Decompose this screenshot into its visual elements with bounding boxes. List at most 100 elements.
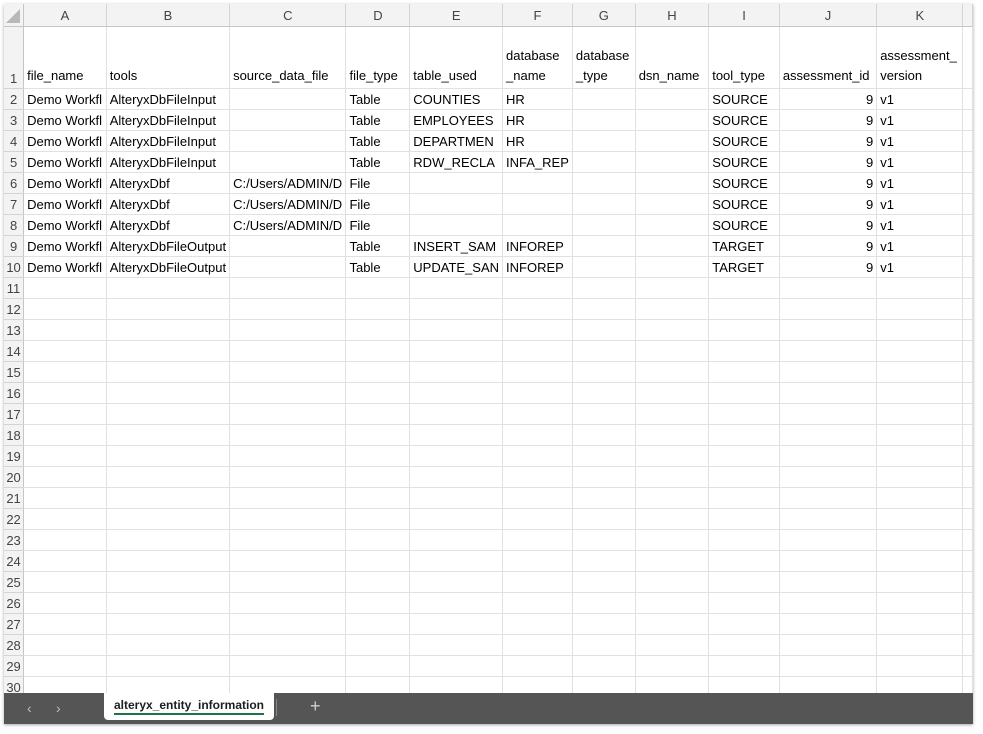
- cell[interactable]: [229, 529, 347, 551]
- cell[interactable]: [572, 361, 636, 383]
- cell[interactable]: v1: [876, 172, 964, 194]
- cell[interactable]: [502, 550, 573, 572]
- cell[interactable]: 9: [779, 109, 878, 131]
- cell[interactable]: [229, 88, 347, 110]
- cell[interactable]: [345, 361, 411, 383]
- cell[interactable]: File: [345, 172, 411, 194]
- cell[interactable]: [876, 613, 964, 635]
- cell[interactable]: [779, 550, 878, 572]
- cell[interactable]: Table: [345, 130, 411, 152]
- cell[interactable]: INFOREP: [502, 256, 573, 278]
- row-header[interactable]: 12: [4, 298, 25, 320]
- cell[interactable]: [779, 403, 878, 425]
- cell[interactable]: [635, 508, 710, 530]
- cell[interactable]: [876, 361, 964, 383]
- cell[interactable]: 9: [779, 151, 878, 173]
- cell[interactable]: 9: [779, 235, 878, 257]
- cell[interactable]: AlteryxDbFileOutput: [106, 235, 231, 257]
- cell[interactable]: [635, 424, 710, 446]
- cell[interactable]: [345, 466, 411, 488]
- cell[interactable]: [962, 655, 973, 677]
- cell[interactable]: [962, 277, 973, 299]
- row-header[interactable]: 20: [4, 466, 25, 488]
- cell[interactable]: [635, 550, 710, 572]
- cell[interactable]: [106, 571, 231, 593]
- cell[interactable]: [779, 361, 878, 383]
- cell[interactable]: [409, 550, 504, 572]
- cell[interactable]: [345, 634, 411, 656]
- cell[interactable]: [635, 655, 710, 677]
- cell[interactable]: [962, 634, 973, 656]
- row-header[interactable]: 28: [4, 634, 25, 656]
- cell[interactable]: SOURCE: [708, 193, 780, 215]
- cell[interactable]: [502, 424, 573, 446]
- cell[interactable]: [106, 277, 231, 299]
- cell[interactable]: [229, 613, 347, 635]
- cell[interactable]: [572, 151, 636, 173]
- cell[interactable]: [635, 487, 710, 509]
- cell[interactable]: [779, 487, 878, 509]
- cell[interactable]: [345, 592, 411, 614]
- cell[interactable]: [23, 382, 107, 404]
- cell[interactable]: File: [345, 193, 411, 215]
- cell[interactable]: [779, 655, 878, 677]
- cell[interactable]: [635, 277, 710, 299]
- cell[interactable]: [572, 319, 636, 341]
- cell[interactable]: INFA_REP: [502, 151, 573, 173]
- cell[interactable]: [962, 403, 973, 425]
- cell[interactable]: [635, 529, 710, 551]
- cell[interactable]: [345, 382, 411, 404]
- cell[interactable]: [345, 298, 411, 320]
- sheet-tab-alteryx-entity-information[interactable]: alteryx_entity_information: [104, 693, 274, 720]
- cell[interactable]: [502, 592, 573, 614]
- cell[interactable]: [345, 571, 411, 593]
- cell[interactable]: [876, 424, 964, 446]
- cell[interactable]: [106, 424, 231, 446]
- cell[interactable]: Demo Workfl: [23, 256, 107, 278]
- cell[interactable]: [708, 319, 780, 341]
- cell[interactable]: [635, 172, 710, 194]
- cell[interactable]: [962, 550, 973, 572]
- cell[interactable]: [962, 214, 973, 236]
- cell[interactable]: [635, 235, 710, 257]
- column-header-i[interactable]: I: [708, 4, 780, 27]
- cell[interactable]: 9: [779, 214, 878, 236]
- column-header-f[interactable]: F: [502, 4, 573, 27]
- cell[interactable]: [106, 613, 231, 635]
- cell[interactable]: [962, 487, 973, 509]
- cell[interactable]: [502, 382, 573, 404]
- cell[interactable]: [572, 88, 636, 110]
- cell[interactable]: [635, 361, 710, 383]
- cell[interactable]: [106, 298, 231, 320]
- cell[interactable]: [779, 382, 878, 404]
- cell[interactable]: [572, 277, 636, 299]
- cell[interactable]: [229, 382, 347, 404]
- row-header[interactable]: 13: [4, 319, 25, 341]
- cell[interactable]: Table: [345, 151, 411, 173]
- cell[interactable]: SOURCE: [708, 172, 780, 194]
- cell[interactable]: 9: [779, 88, 878, 110]
- column-header-k[interactable]: K: [876, 4, 964, 27]
- cell[interactable]: AlteryxDbFileInput: [106, 151, 231, 173]
- cell[interactable]: [229, 508, 347, 530]
- cell[interactable]: HR: [502, 130, 573, 152]
- header-cell[interactable]: tools: [106, 26, 231, 89]
- cell[interactable]: [23, 571, 107, 593]
- cell[interactable]: [229, 424, 347, 446]
- header-cell[interactable]: file_type: [345, 26, 411, 89]
- cell[interactable]: [106, 655, 231, 677]
- cell[interactable]: [876, 298, 964, 320]
- cell[interactable]: [962, 256, 973, 278]
- cell[interactable]: AlteryxDbFileInput: [106, 130, 231, 152]
- cell[interactable]: [779, 592, 878, 614]
- cell[interactable]: [779, 340, 878, 362]
- cell[interactable]: v1: [876, 109, 964, 131]
- cell[interactable]: [23, 298, 107, 320]
- cell[interactable]: [572, 193, 636, 215]
- cell[interactable]: [572, 592, 636, 614]
- cell[interactable]: [23, 277, 107, 299]
- cell[interactable]: [572, 466, 636, 488]
- cell[interactable]: [23, 655, 107, 677]
- cell[interactable]: [23, 319, 107, 341]
- cell[interactable]: [23, 550, 107, 572]
